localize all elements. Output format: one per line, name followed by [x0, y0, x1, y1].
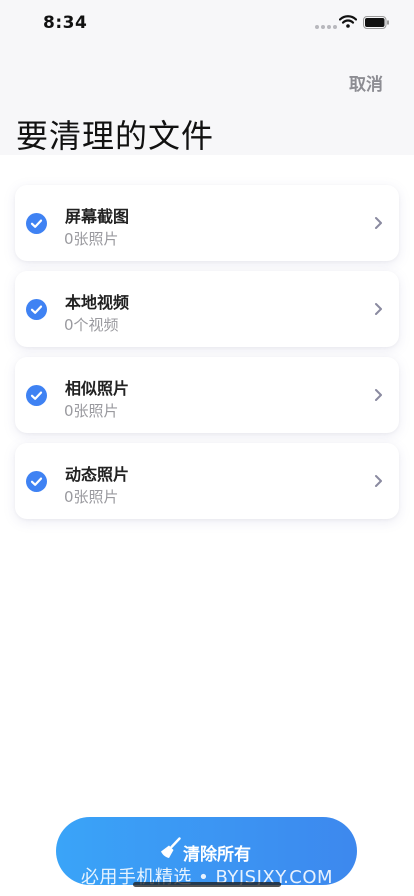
check-circle-icon[interactable] [26, 213, 47, 234]
item-title: 屏幕截图 [65, 207, 130, 226]
status-bar: 8:34 [0, 0, 414, 44]
item-count: 0张照片 [64, 488, 119, 506]
item-count: 0张照片 [64, 402, 119, 420]
clean-all-label: 清除所有 [183, 845, 251, 865]
check-circle-icon[interactable] [26, 299, 47, 320]
cancel-button[interactable]: 取消 [349, 70, 383, 95]
item-count: 0张照片 [64, 230, 119, 248]
chevron-right-icon [375, 303, 382, 315]
item-count: 0个视频 [64, 316, 119, 334]
check-circle-icon[interactable] [26, 471, 47, 492]
chevron-right-icon [375, 217, 382, 229]
item-title: 本地视频 [65, 293, 130, 312]
file-category-list: 屏幕截图 0张照片 本地视频 0个视频 相似照片 0张照片 动态照片 0张照片 [15, 185, 399, 529]
chevron-right-icon [375, 475, 382, 487]
status-time: 8:34 [43, 13, 88, 33]
list-item-local-videos[interactable]: 本地视频 0个视频 [15, 271, 399, 347]
home-indicator[interactable] [133, 882, 281, 887]
wifi-icon [339, 15, 357, 28]
list-item-screenshots[interactable]: 屏幕截图 0张照片 [15, 185, 399, 261]
page-title: 要清理的文件 [16, 117, 215, 155]
item-title: 相似照片 [65, 379, 130, 398]
chevron-right-icon [375, 389, 382, 401]
check-circle-icon[interactable] [26, 385, 47, 406]
list-item-live-photos[interactable]: 动态照片 0张照片 [15, 443, 399, 519]
battery-icon [363, 16, 389, 29]
item-title: 动态照片 [65, 465, 130, 484]
list-item-similar-photos[interactable]: 相似照片 0张照片 [15, 357, 399, 433]
broom-icon [161, 837, 181, 858]
cellular-signal-icon [315, 25, 337, 29]
